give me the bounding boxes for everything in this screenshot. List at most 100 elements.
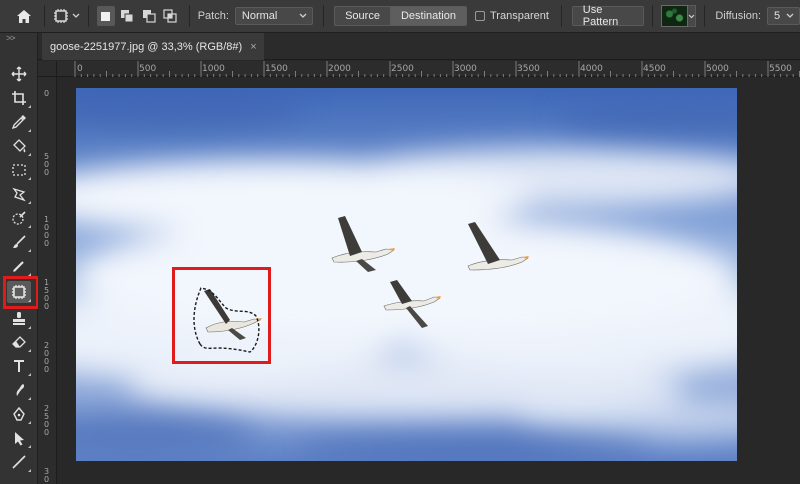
ruler-label: 2000 xyxy=(328,64,351,74)
move-tool-icon xyxy=(11,66,27,82)
move-tool[interactable] xyxy=(7,63,31,85)
ruler-label: 3500 xyxy=(517,64,540,74)
eraser-tool-icon xyxy=(12,336,26,348)
pen-tool[interactable] xyxy=(7,403,31,425)
line-tool[interactable] xyxy=(7,451,31,473)
diffusion-label: Diffusion: xyxy=(715,10,762,22)
source-button[interactable]: Source xyxy=(334,6,390,26)
crop-tool[interactable] xyxy=(7,87,31,109)
ruler-label: 1500 xyxy=(44,278,50,311)
ruler-label: 4500 xyxy=(643,64,666,74)
add-selection-icon xyxy=(121,10,134,23)
pencil-tool[interactable] xyxy=(7,255,31,277)
patch-label: Patch: xyxy=(197,10,229,22)
ruler-label: 0 xyxy=(44,89,50,98)
document-tab[interactable]: goose-2251977.jpg @ 33,3% (RGB/8#) × xyxy=(42,33,264,60)
patch-icon xyxy=(54,9,69,23)
patch-mode-value: Normal xyxy=(241,10,278,22)
ruler-label: 1500 xyxy=(265,64,288,74)
diffusion-value: 5 xyxy=(774,10,781,22)
use-pattern-button[interactable]: Use Pattern xyxy=(571,4,645,28)
ruler-label: 1000 xyxy=(44,215,50,248)
separator xyxy=(560,5,562,27)
chevron-down-icon xyxy=(72,13,80,18)
subtract-selection-button[interactable] xyxy=(140,6,157,26)
pattern-swatch[interactable] xyxy=(661,5,688,27)
vertical-ruler[interactable]: 0 500 1000 1500 2000 2500 3000 xyxy=(38,77,57,484)
source-destination-toggle: Source Destination xyxy=(334,6,467,26)
pattern-picker-button[interactable] xyxy=(687,5,697,27)
checkbox-box xyxy=(475,11,485,21)
chevron-down-icon xyxy=(688,14,695,18)
ruler-origin[interactable] xyxy=(38,61,57,77)
pen-tool-icon xyxy=(13,406,25,421)
new-selection-button[interactable] xyxy=(97,6,115,26)
chevron-down-icon xyxy=(299,13,307,18)
ruler-label: 2500 xyxy=(391,64,414,74)
horizontal-ruler[interactable]: 0 500 1000 1500 2000 2500 3000 3500 4000… xyxy=(57,61,800,77)
tool-preset-picker[interactable] xyxy=(53,8,80,24)
intersect-selection-button[interactable] xyxy=(161,6,178,26)
intersect-selection-icon xyxy=(163,9,177,23)
ruler-label: 500 xyxy=(139,64,157,74)
quick-selection-tool-icon xyxy=(12,211,26,225)
ruler-label: 4000 xyxy=(580,64,603,74)
tools-panel: >> xyxy=(0,33,38,484)
eyedropper-tool-icon xyxy=(11,115,26,130)
lasso-tool-icon xyxy=(12,187,26,202)
ruler-label: 2500 xyxy=(44,404,50,437)
ruler-label: 0 xyxy=(77,64,83,74)
collapse-panel-icon[interactable]: >> xyxy=(0,33,37,45)
paint-bucket-tool-icon xyxy=(13,139,26,153)
separator xyxy=(188,5,190,27)
separator xyxy=(88,5,90,27)
patch-selection-highlight xyxy=(172,267,271,364)
options-bar: Patch: Normal Source Destination Transpa… xyxy=(0,0,800,33)
patch-tool-highlight xyxy=(3,276,39,309)
pencil-tool-icon xyxy=(13,261,24,272)
destination-button[interactable]: Destination xyxy=(389,6,467,26)
close-icon[interactable]: × xyxy=(250,41,256,53)
separator xyxy=(44,5,46,27)
ruler-label: 3000 xyxy=(454,64,477,74)
chevron-down-icon xyxy=(786,13,794,18)
type-tool-icon xyxy=(14,360,24,372)
brush-tool[interactable] xyxy=(7,231,31,253)
transparent-label: Transparent xyxy=(490,10,549,22)
horizontal-ruler-ticks xyxy=(74,61,800,77)
eyedropper-tool[interactable] xyxy=(7,111,31,133)
patch-mode-select[interactable]: Normal xyxy=(234,7,314,25)
home-button[interactable] xyxy=(12,2,36,30)
marquee-tool[interactable] xyxy=(7,159,31,181)
crop-tool-icon xyxy=(12,91,26,105)
diffusion-select[interactable]: 5 xyxy=(767,7,800,25)
paint-bucket-tool[interactable] xyxy=(7,135,31,157)
new-selection-icon xyxy=(101,11,111,21)
clone-stamp-tool-icon xyxy=(13,312,25,325)
smudge-tool-icon xyxy=(16,384,25,396)
eraser-tool[interactable] xyxy=(7,331,31,353)
marquee-tool-icon xyxy=(12,164,26,176)
separator xyxy=(323,5,325,27)
line-tool-icon xyxy=(12,455,26,469)
ruler-label: 3000 xyxy=(44,467,50,484)
quick-selection-tool[interactable] xyxy=(7,207,31,229)
ruler-label: 500 xyxy=(44,152,50,177)
separator xyxy=(652,5,654,27)
ruler-label: 5000 xyxy=(706,64,729,74)
smudge-tool[interactable] xyxy=(7,379,31,401)
clone-stamp-tool[interactable] xyxy=(7,308,31,330)
document-tab-bar: goose-2251977.jpg @ 33,3% (RGB/8#) × xyxy=(38,33,800,60)
home-icon xyxy=(17,9,32,23)
ruler-label: 1000 xyxy=(202,64,225,74)
path-selection-tool-icon xyxy=(15,432,24,446)
path-selection-tool[interactable] xyxy=(7,427,31,449)
separator xyxy=(704,5,706,27)
add-to-selection-button[interactable] xyxy=(119,6,136,26)
ruler-label: 5500 xyxy=(769,64,792,74)
document-tab-title: goose-2251977.jpg @ 33,3% (RGB/8#) xyxy=(50,40,243,53)
transparent-checkbox[interactable]: Transparent xyxy=(475,10,549,22)
type-tool[interactable] xyxy=(7,355,31,377)
lasso-tool[interactable] xyxy=(7,183,31,205)
brush-tool-icon xyxy=(13,235,26,248)
